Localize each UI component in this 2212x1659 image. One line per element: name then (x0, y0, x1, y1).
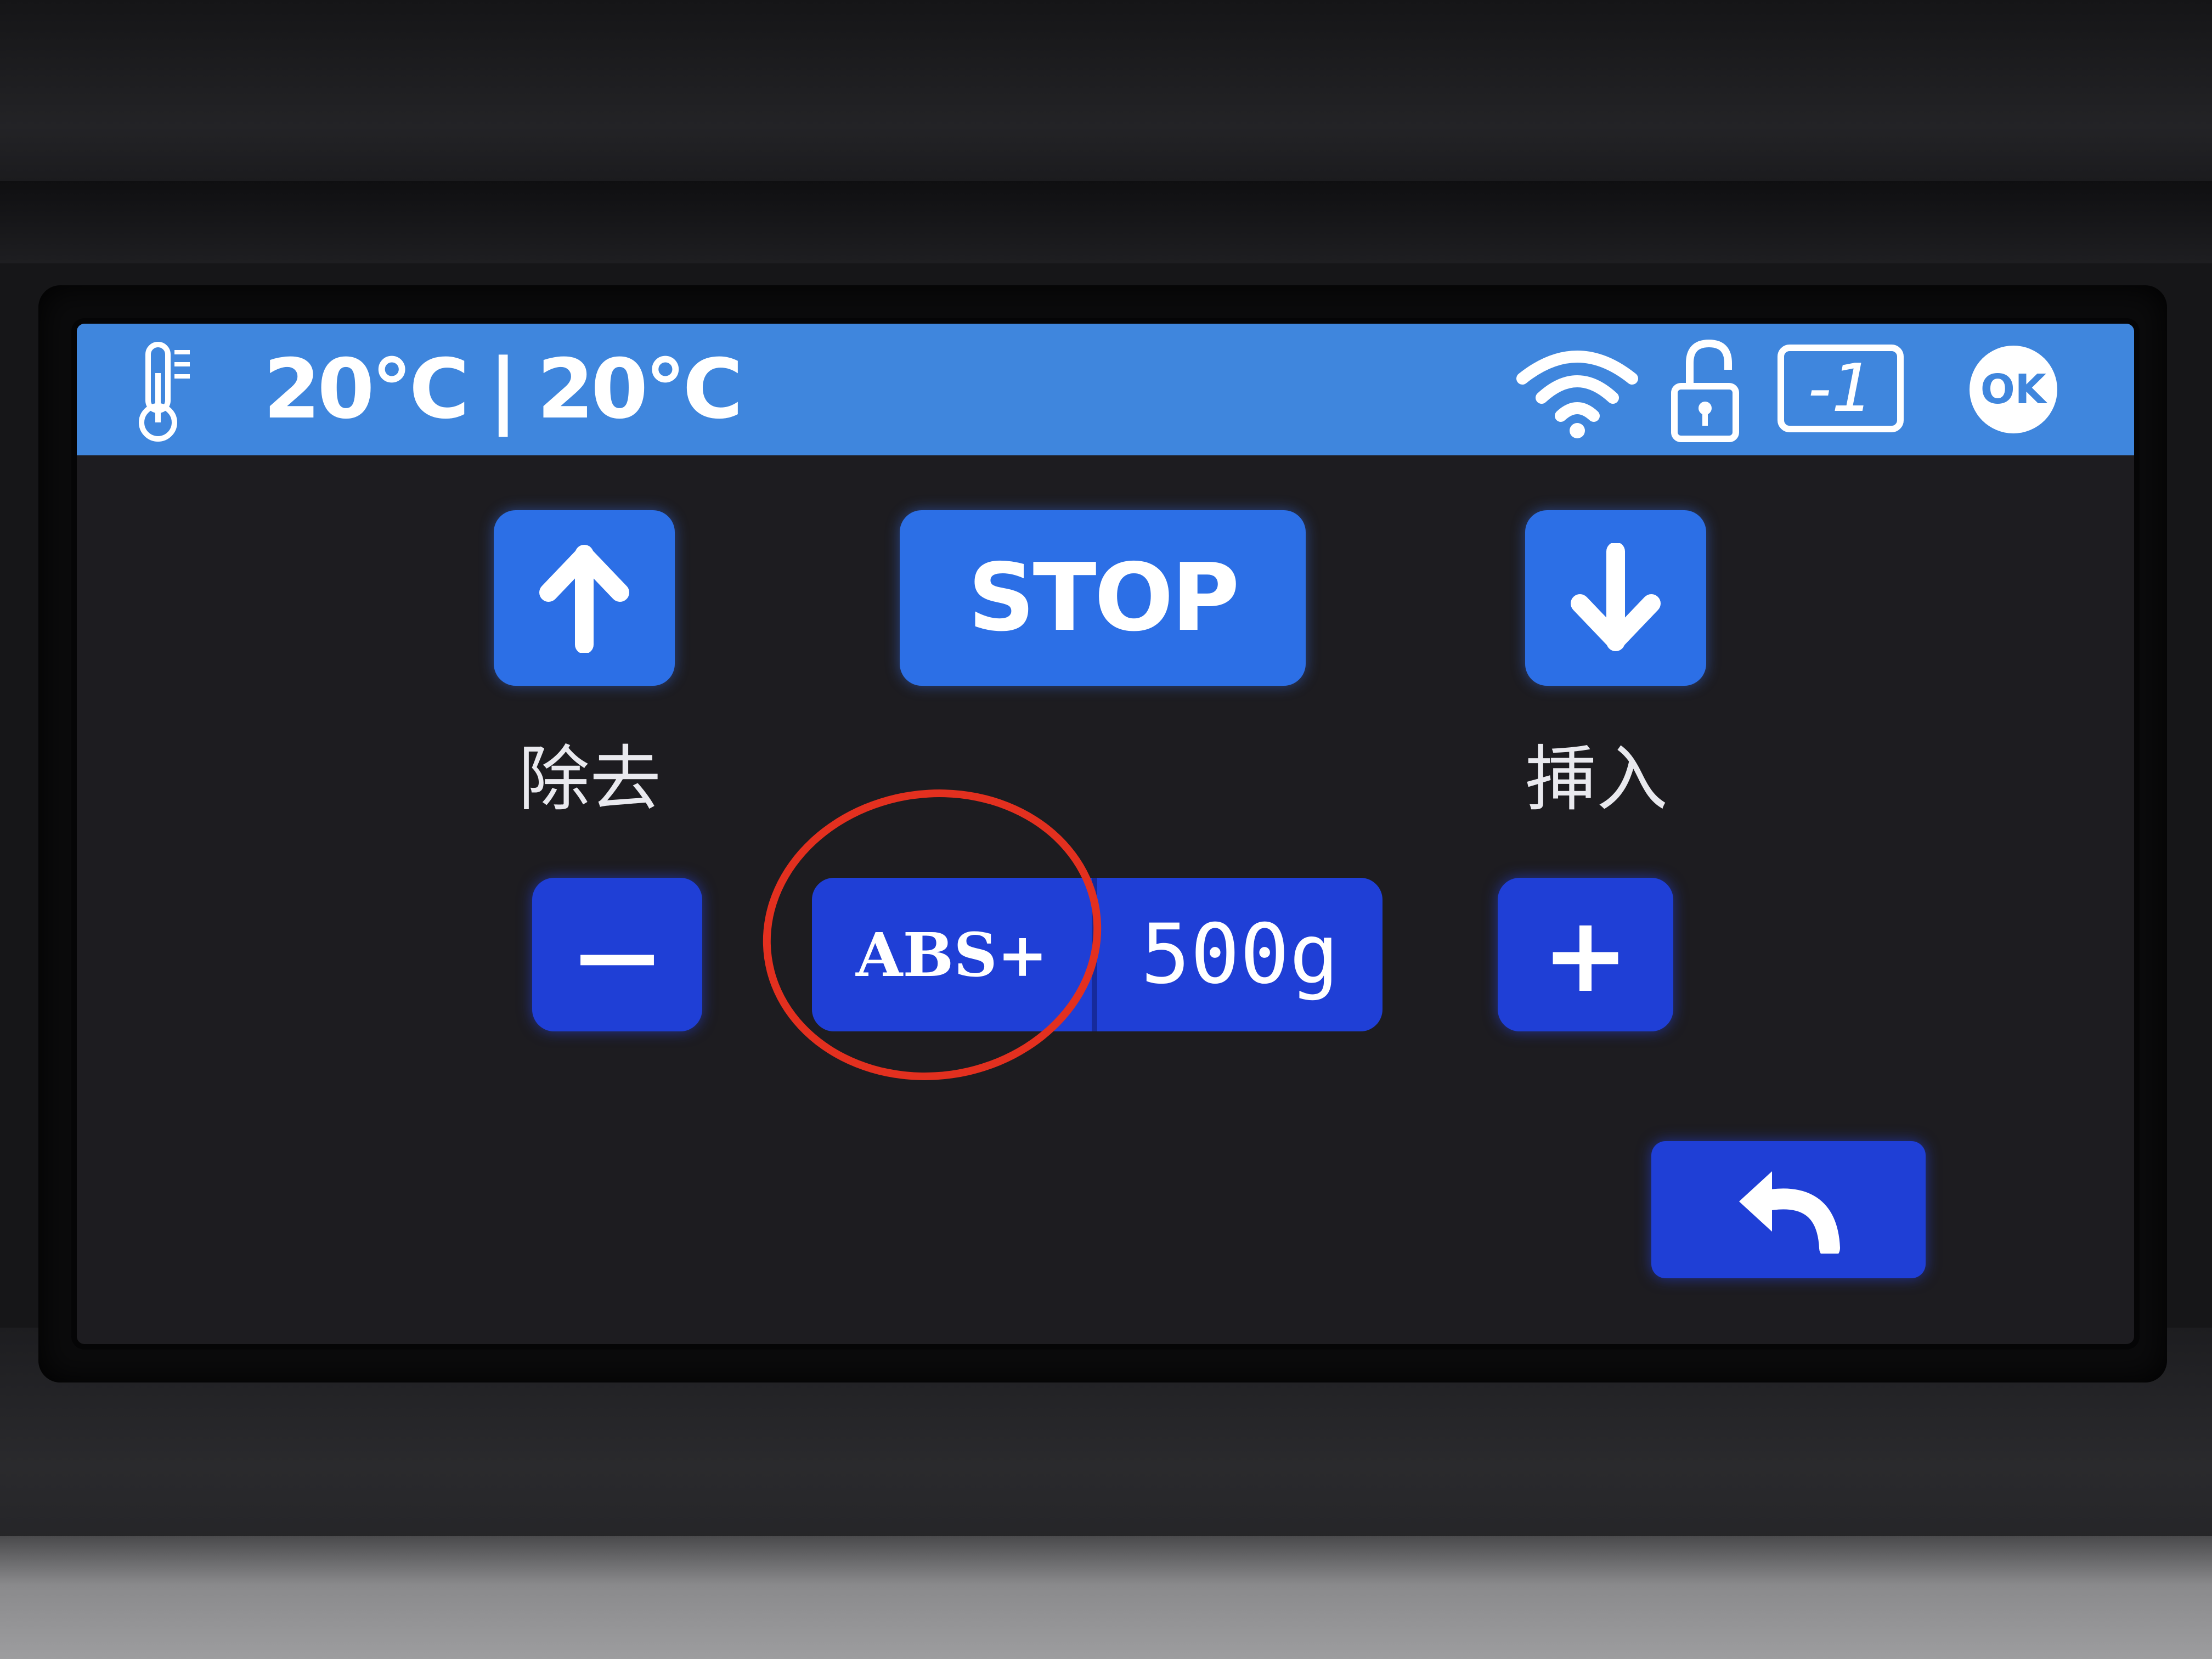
nozzle-temperature: 20°C (263, 342, 470, 437)
printer-housing-top (0, 0, 2212, 181)
bed-temperature: 20°C (537, 342, 743, 437)
insert-label: 挿入 (1525, 737, 1668, 821)
printer-housing-ridge (0, 181, 2212, 263)
decrease-weight-button[interactable]: — (532, 878, 702, 1031)
status-bar: 20°C | 20°C -1 OK (77, 324, 2134, 455)
counter-badge: -1 (1778, 345, 1904, 432)
arrow-up-icon (539, 545, 629, 653)
ok-label: OK (1980, 366, 2047, 413)
touch-screen: 20°C | 20°C -1 OK STOP 除去 挿入 — ABS+ 500g… (77, 324, 2134, 1344)
retract-filament-button[interactable] (494, 510, 675, 686)
feed-filament-button[interactable] (1525, 510, 1706, 686)
printer-base (0, 1536, 2212, 1659)
unlock-icon[interactable] (1668, 336, 1745, 445)
counter-value: -1 (1808, 350, 1874, 427)
spool-weight-button[interactable]: 500g (1097, 878, 1383, 1031)
stop-button[interactable]: STOP (900, 510, 1306, 686)
minus-label: — (576, 907, 658, 1002)
increase-weight-button[interactable]: + (1498, 878, 1673, 1031)
plus-label: + (1542, 894, 1629, 1015)
arrow-down-icon (1571, 543, 1661, 651)
back-arrow-icon (1739, 1171, 1840, 1254)
weight-label: 500g (1141, 907, 1339, 1002)
stop-label: STOP (968, 544, 1240, 652)
ok-icon[interactable]: OK (1970, 346, 2057, 433)
temperature-separator: | (488, 342, 518, 437)
temperature-readout: 20°C | 20°C (263, 346, 743, 433)
back-button[interactable] (1651, 1141, 1926, 1278)
thermometer-icon (139, 342, 190, 442)
wifi-icon[interactable] (1514, 340, 1640, 439)
remove-label: 除去 (518, 737, 662, 821)
